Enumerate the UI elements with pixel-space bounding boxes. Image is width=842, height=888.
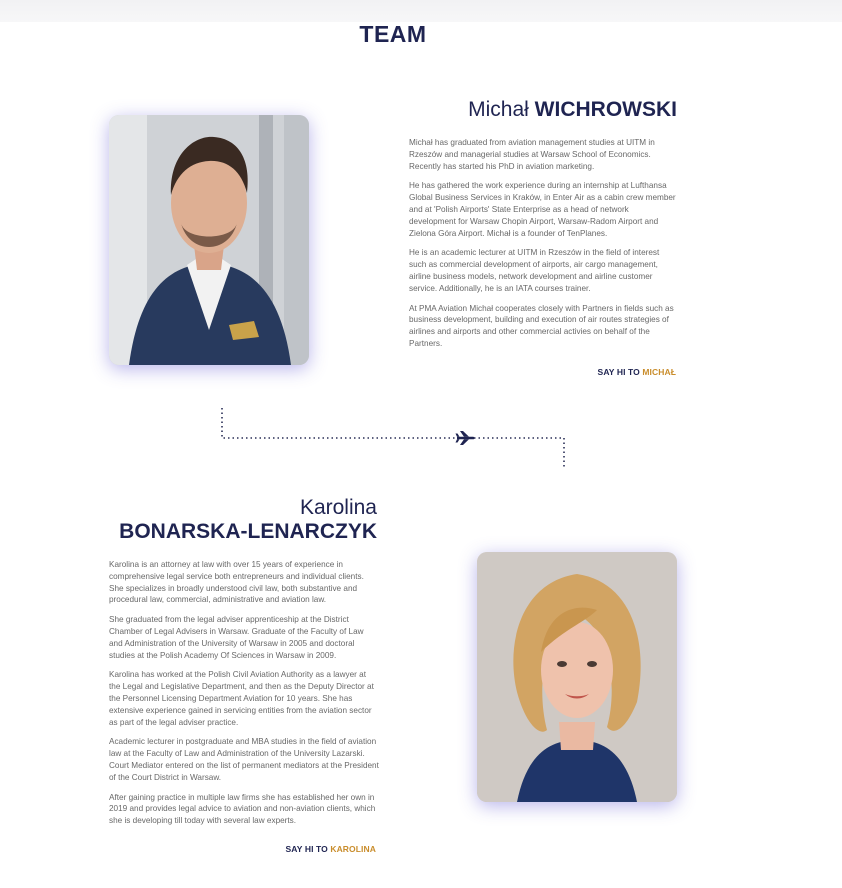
bio-paragraph: He has gathered the work experience duri… [409,181,676,238]
bio-paragraph: At PMA Aviation Michał cooperates closel… [409,303,674,348]
say-hi-karolina-link[interactable]: SAY HI TO KAROLINA [286,844,376,854]
member-photo-michal [109,115,309,365]
bio-paragraph: She graduated from the legal adviser app… [109,615,364,660]
last-name: WICHROWSKI [534,98,677,121]
portrait-man [109,115,309,365]
bio-paragraph: Academic lecturer in postgraduate and MB… [109,737,379,782]
airplane-icon [455,431,475,445]
cta-prefix: SAY HI TO [597,367,640,377]
route-line-left [221,408,458,439]
section-title: TEAM [359,21,427,47]
member-photo-karolina [477,552,677,802]
cta-name: KAROLINA [330,844,376,854]
bio-paragraph: Karolina has worked at the Polish Civil … [109,670,374,727]
bio-paragraph: Karolina is an attorney at law with over… [109,560,364,605]
bio-paragraph: Michał has graduated from aviation manag… [409,138,655,171]
cta-name: MICHAŁ [642,367,676,377]
route-line-right [474,437,565,468]
last-name: BONARSKA-LENARCZYK [119,520,377,544]
top-bar [0,0,842,22]
first-name: Karolina [299,496,377,519]
bio-paragraph: After gaining practice in multiple law f… [109,792,376,826]
portrait-woman [477,552,677,802]
bio-paragraph: He is an academic lecturer at UITM in Rz… [409,248,660,293]
member-bio-michal: Michał has graduated from aviation manag… [409,137,677,358]
cta-prefix: SAY HI TO [285,844,328,854]
member-bio-karolina: Karolina is an attorney at law with over… [109,559,379,835]
first-name: Michał [468,98,529,121]
say-hi-michal-link[interactable]: SAY HI TO MICHAŁ [598,367,676,377]
member-name-karolina: Karolina BONARSKA-LENARCZYK [119,496,377,544]
member-name-michal: Michał WICHROWSKI [468,98,677,122]
